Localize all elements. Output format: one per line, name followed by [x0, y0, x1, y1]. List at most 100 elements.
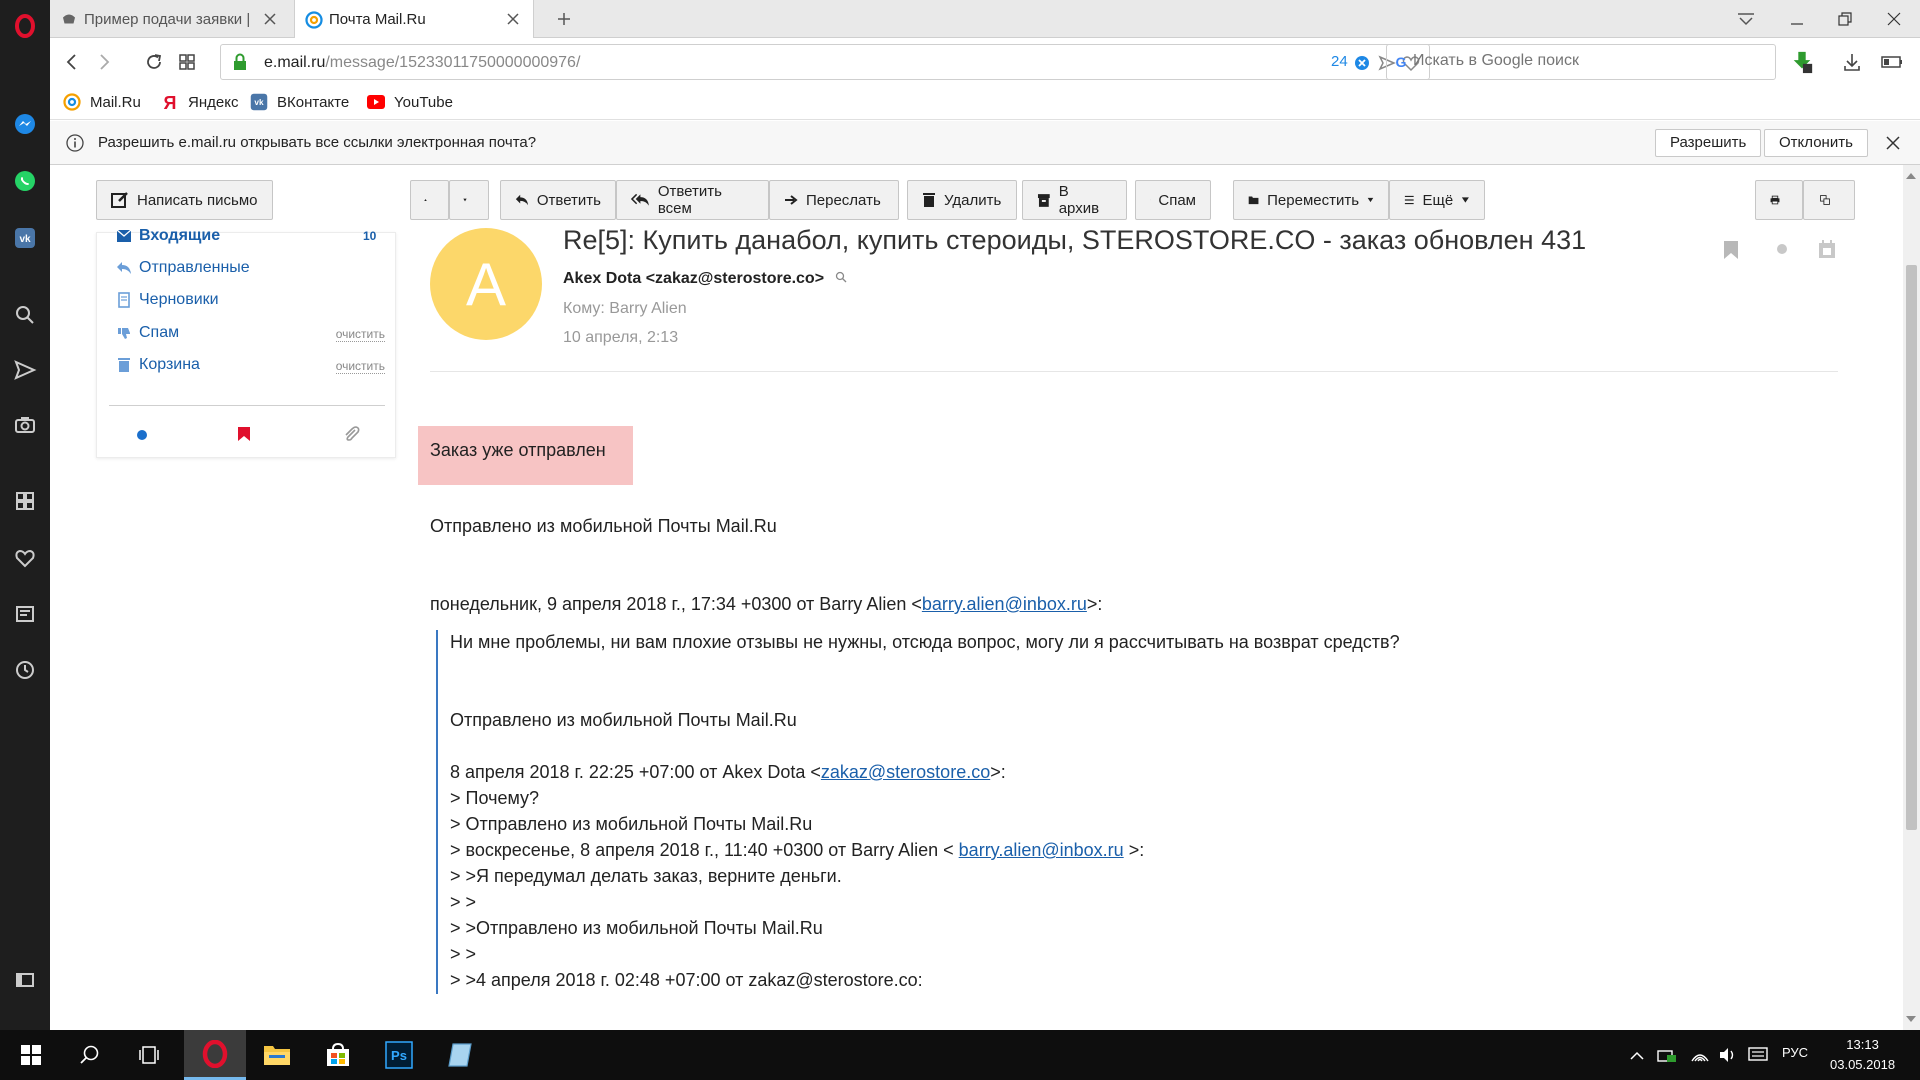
folder-spam[interactable]: Спам [115, 322, 179, 344]
address-bar[interactable]: e.mail.ru/message/15233011750000000976/ … [220, 44, 1430, 80]
taskbar-photoshop[interactable]: Ps [369, 1030, 429, 1080]
language-indicator[interactable]: РУС [1782, 1045, 1808, 1060]
restore-icon[interactable] [1821, 0, 1869, 38]
tab-menu-icon[interactable] [1722, 0, 1770, 38]
opera-menu-icon[interactable] [0, 6, 50, 46]
tab-strip: Пример подачи заявки | Почта Mail.Ru [50, 0, 1920, 39]
clear-trash-link[interactable]: очистить [335, 359, 385, 374]
spam-button[interactable]: Спам [1135, 180, 1211, 220]
messenger-icon[interactable] [0, 104, 50, 144]
taskbar-store[interactable] [308, 1030, 368, 1080]
quote-bar [436, 630, 438, 994]
reply-button[interactable]: Ответить [500, 180, 616, 220]
message-sender[interactable]: Akex Dota <zakaz@sterostore.co> [563, 270, 847, 288]
vpn-update-icon[interactable] [1790, 50, 1814, 74]
vk-icon[interactable]: vk [0, 218, 50, 258]
allow-button[interactable]: Разрешить [1655, 129, 1762, 157]
unread-filter-icon[interactable] [136, 429, 148, 441]
bookmark-vk[interactable]: vk ВКонтакте [250, 93, 349, 111]
scroll-thumb[interactable] [1906, 265, 1917, 830]
compose-button[interactable]: Написать письмо [96, 180, 273, 220]
move-button[interactable]: Переместить [1233, 180, 1389, 220]
search-icon[interactable] [835, 271, 847, 283]
close-icon[interactable] [505, 11, 521, 27]
tracker-count-badge[interactable]: 24 [1331, 53, 1348, 70]
mailru-icon [305, 10, 323, 29]
reload-icon[interactable] [142, 50, 166, 74]
bookmark-yandex[interactable]: Я Яндекс [161, 93, 239, 111]
info-icon [66, 134, 84, 152]
battery-icon[interactable] [1880, 50, 1904, 74]
wifi-icon[interactable] [1690, 1047, 1710, 1063]
search-box[interactable]: G [1386, 44, 1776, 80]
translate-button[interactable] [1803, 180, 1855, 220]
email-link[interactable]: barry.alien@inbox.ru [959, 840, 1124, 860]
scroll-up-icon[interactable] [1906, 173, 1916, 179]
forward-icon[interactable] [92, 50, 116, 74]
speed-dial-icon[interactable] [0, 481, 50, 521]
history-icon[interactable] [0, 650, 50, 690]
svg-text:Я: Я [164, 93, 177, 111]
more-label: Ещё [1422, 191, 1454, 209]
folder-trash[interactable]: Корзина [115, 354, 200, 376]
close-icon[interactable] [1886, 136, 1900, 150]
bookmark-youtube[interactable]: YouTube [367, 93, 453, 111]
more-button[interactable]: Ещё [1389, 180, 1485, 220]
read-status-icon[interactable] [1776, 243, 1788, 255]
folder-inbox[interactable]: Входящие 10 [115, 225, 376, 247]
camera-icon[interactable] [0, 405, 50, 445]
bookmark-icon[interactable] [1723, 240, 1739, 260]
arrow-up-icon [424, 199, 427, 201]
heart-icon[interactable] [0, 538, 50, 578]
decline-button[interactable]: Отклонить [1764, 129, 1868, 157]
forward-button[interactable]: Переслать [769, 180, 899, 220]
download-icon[interactable] [1840, 50, 1864, 74]
clock[interactable]: 13:13 03.05.2018 [1830, 1035, 1895, 1075]
email-link[interactable]: zakaz@sterostore.co [821, 762, 990, 782]
bookmark-mailru[interactable]: Mail.Ru [63, 93, 141, 111]
tab-mailru[interactable]: Почта Mail.Ru [294, 0, 534, 39]
reply-all-icon [631, 193, 649, 206]
start-button[interactable] [3, 1030, 59, 1080]
thumbs-down-icon [115, 324, 133, 342]
taskbar-opera[interactable] [184, 1030, 246, 1080]
reply-all-button[interactable]: Ответить всем [616, 180, 769, 220]
tray-chevron-up-icon[interactable] [1629, 1048, 1645, 1064]
scroll-down-icon[interactable] [1906, 1016, 1916, 1022]
print-button[interactable] [1755, 180, 1803, 220]
notifications-icon[interactable] [1748, 1047, 1768, 1063]
quote-line: > > [450, 944, 477, 964]
volume-icon[interactable] [1718, 1047, 1738, 1063]
search-input[interactable] [1413, 52, 1763, 70]
calendar-icon[interactable] [1818, 239, 1836, 259]
folder-sent[interactable]: Отправленные [115, 257, 250, 279]
attachment-filter-icon[interactable] [343, 425, 361, 443]
clear-spam-link[interactable]: очистить [335, 327, 385, 342]
sidebar-toggle-icon[interactable] [0, 960, 50, 1000]
prev-message-button[interactable] [410, 180, 449, 220]
delete-button[interactable]: Удалить [907, 180, 1017, 220]
search-icon[interactable] [0, 295, 50, 335]
send-icon[interactable] [0, 350, 50, 390]
flag-filter-icon[interactable] [237, 426, 251, 442]
back-icon[interactable] [60, 50, 84, 74]
tray-network-device-icon[interactable] [1657, 1047, 1677, 1063]
search-button[interactable] [62, 1030, 118, 1080]
next-message-button[interactable] [449, 180, 489, 220]
news-icon[interactable] [0, 594, 50, 634]
close-window-icon[interactable] [1870, 0, 1918, 38]
tab-zayavka[interactable]: Пример подачи заявки | [50, 0, 290, 38]
email-link[interactable]: barry.alien@inbox.ru [922, 594, 1087, 614]
tiles-icon[interactable] [175, 50, 199, 74]
archive-button[interactable]: В архив [1022, 180, 1127, 220]
task-view-button[interactable] [121, 1030, 177, 1080]
folder-drafts[interactable]: Черновики [115, 289, 219, 311]
adblock-icon[interactable] [1354, 55, 1370, 71]
taskbar-explorer[interactable] [247, 1030, 307, 1080]
whatsapp-icon[interactable] [0, 161, 50, 201]
minimize-icon[interactable] [1773, 0, 1821, 38]
close-icon[interactable] [262, 11, 278, 27]
scrollbar[interactable] [1903, 165, 1920, 1030]
taskbar-notepad[interactable] [430, 1030, 490, 1080]
new-tab-icon[interactable] [540, 0, 588, 38]
